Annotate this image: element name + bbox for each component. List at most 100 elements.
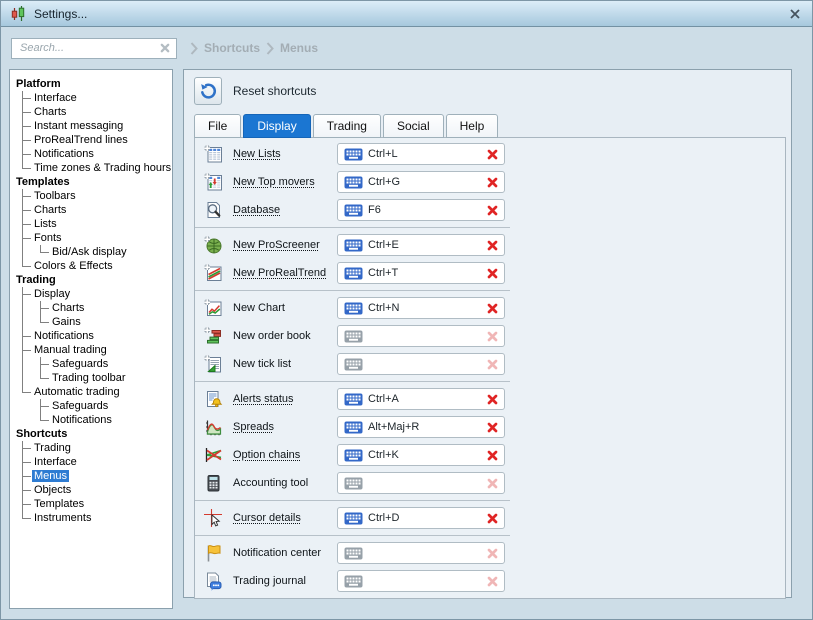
shortcut-field-new-lists[interactable]: Ctrl+L (337, 143, 505, 165)
shortcut-field-option-chains[interactable]: Ctrl+K (337, 444, 505, 466)
keyboard-icon (344, 204, 363, 217)
tree-item-trading[interactable]: Trading (14, 273, 170, 287)
settings-window: { "window": { "title": "Settings..." }, … (0, 0, 813, 620)
tree-item-trading[interactable]: Trading (14, 441, 170, 455)
tree-item-fonts[interactable]: Fonts (14, 231, 170, 245)
shortcut-label-trading-journal: Trading journal (233, 575, 337, 587)
tree-item-instant-messaging[interactable]: Instant messaging (14, 119, 170, 133)
shortcut-field-new-order-book[interactable] (337, 325, 505, 347)
reset-shortcuts-label: Reset shortcuts (233, 84, 316, 98)
tree-item-label: Display (32, 288, 72, 300)
tab-display[interactable]: Display (243, 114, 310, 138)
clear-shortcut-button[interactable] (487, 303, 498, 314)
tree-item-templates[interactable]: Templates (14, 175, 170, 189)
alerts-status-icon (201, 389, 225, 410)
tree-connector (14, 511, 32, 525)
tree-item-toolbars[interactable]: Toolbars (14, 189, 170, 203)
shortcut-field-new-proscreener[interactable]: Ctrl+E (337, 234, 505, 256)
shortcut-field-notification-center[interactable] (337, 542, 505, 564)
tree-item-charts[interactable]: Charts (14, 105, 170, 119)
tree-item-notifications[interactable]: Notifications (14, 413, 170, 427)
shortcut-label-spreads[interactable]: Spreads (233, 421, 337, 433)
shortcut-row: New ChartCtrl+N (201, 297, 785, 319)
tree-connector (14, 119, 32, 133)
shortcut-label-alerts-status[interactable]: Alerts status (233, 393, 337, 405)
clear-shortcut-button[interactable] (487, 394, 498, 405)
tree-connector (14, 399, 32, 413)
keyboard-icon (344, 330, 363, 343)
tree-item-safeguards[interactable]: Safeguards (14, 399, 170, 413)
chevron-right-icon (190, 42, 198, 55)
shortcut-label-new-proscreener[interactable]: New ProScreener (233, 239, 337, 251)
tree-item-automatic-trading[interactable]: Automatic trading (14, 385, 170, 399)
breadcrumb-item-menus[interactable]: Menus (280, 41, 318, 55)
tree-connector (14, 231, 32, 245)
tree-item-display[interactable]: Display (14, 287, 170, 301)
tree-item-safeguards[interactable]: Safeguards (14, 357, 170, 371)
tree-item-notifications[interactable]: Notifications (14, 329, 170, 343)
keyboard-icon (344, 358, 363, 371)
shortcut-label-new-lists[interactable]: New Lists (233, 148, 337, 160)
shortcut-field-spreads[interactable]: Alt+Maj+R (337, 416, 505, 438)
clear-shortcut-button[interactable] (487, 240, 498, 251)
tree-item-interface[interactable]: Interface (14, 91, 170, 105)
search-input[interactable] (18, 41, 160, 55)
tree-item-label: Menus (32, 470, 69, 482)
clear-shortcut-button[interactable] (487, 149, 498, 160)
shortcut-label-new-prorealtrend[interactable]: New ProRealTrend (233, 267, 337, 279)
shortcut-field-new-chart[interactable]: Ctrl+N (337, 297, 505, 319)
shortcut-label-database[interactable]: Database (233, 204, 337, 216)
tab-help[interactable]: Help (446, 114, 499, 138)
clear-shortcut-button[interactable] (487, 422, 498, 433)
tree-item-objects[interactable]: Objects (14, 483, 170, 497)
tree-connector (14, 315, 32, 329)
tree-item-gains[interactable]: Gains (14, 315, 170, 329)
shortcut-field-accounting-tool[interactable] (337, 472, 505, 494)
tree-item-lists[interactable]: Lists (14, 217, 170, 231)
tree-item-label: Safeguards (50, 400, 110, 412)
tab-social[interactable]: Social (383, 114, 444, 138)
shortcut-field-new-prorealtrend[interactable]: Ctrl+T (337, 262, 505, 284)
group-separator (195, 290, 510, 291)
shortcut-field-new-top-movers[interactable]: Ctrl+G (337, 171, 505, 193)
shortcut-label-cursor-details[interactable]: Cursor details (233, 512, 337, 524)
tree-item-prorealtrend-lines[interactable]: ProRealTrend lines (14, 133, 170, 147)
tree-item-time-zones-trading-hours[interactable]: Time zones & Trading hours (14, 161, 170, 175)
tree-item-notifications[interactable]: Notifications (14, 147, 170, 161)
breadcrumb-item-shortcuts[interactable]: Shortcuts (204, 41, 260, 55)
clear-shortcut-button[interactable] (487, 268, 498, 279)
tree-item-charts[interactable]: Charts (14, 203, 170, 217)
shortcut-field-trading-journal[interactable] (337, 570, 505, 592)
shortcut-row: Trading journal (201, 570, 785, 592)
tree-item-shortcuts[interactable]: Shortcuts (14, 427, 170, 441)
shortcut-field-alerts-status[interactable]: Ctrl+A (337, 388, 505, 410)
close-icon[interactable] (787, 6, 803, 22)
tree-item-colors-effects[interactable]: Colors & Effects (14, 259, 170, 273)
shortcut-label-option-chains[interactable]: Option chains (233, 449, 337, 461)
tab-file[interactable]: File (194, 114, 241, 138)
tree-item-interface[interactable]: Interface (14, 455, 170, 469)
clear-shortcut-button[interactable] (487, 205, 498, 216)
tree-item-platform[interactable]: Platform (14, 77, 170, 91)
tree-item-bid-ask-display[interactable]: Bid/Ask display (14, 245, 170, 259)
shortcut-field-new-tick-list[interactable] (337, 353, 505, 375)
tree-item-manual-trading[interactable]: Manual trading (14, 343, 170, 357)
tree-connector (14, 343, 32, 357)
tree-item-instruments[interactable]: Instruments (14, 511, 170, 525)
tree-item-trading-toolbar[interactable]: Trading toolbar (14, 371, 170, 385)
shortcut-field-cursor-details[interactable]: Ctrl+D (337, 507, 505, 529)
tab-trading[interactable]: Trading (313, 114, 381, 138)
reset-shortcuts-button[interactable] (194, 77, 222, 105)
shortcut-row: New order book (201, 325, 785, 347)
clear-shortcut-button[interactable] (487, 513, 498, 524)
tree-item-charts[interactable]: Charts (14, 301, 170, 315)
shortcut-text: F6 (368, 204, 487, 216)
tree-item-menus[interactable]: Menus (14, 469, 170, 483)
shortcut-label-new-top-movers[interactable]: New Top movers (233, 176, 337, 188)
new-order-book-icon (201, 326, 225, 347)
shortcut-field-database[interactable]: F6 (337, 199, 505, 221)
clear-shortcut-button[interactable] (487, 177, 498, 188)
clear-search-icon[interactable] (160, 43, 170, 53)
clear-shortcut-button[interactable] (487, 450, 498, 461)
tree-item-templates[interactable]: Templates (14, 497, 170, 511)
